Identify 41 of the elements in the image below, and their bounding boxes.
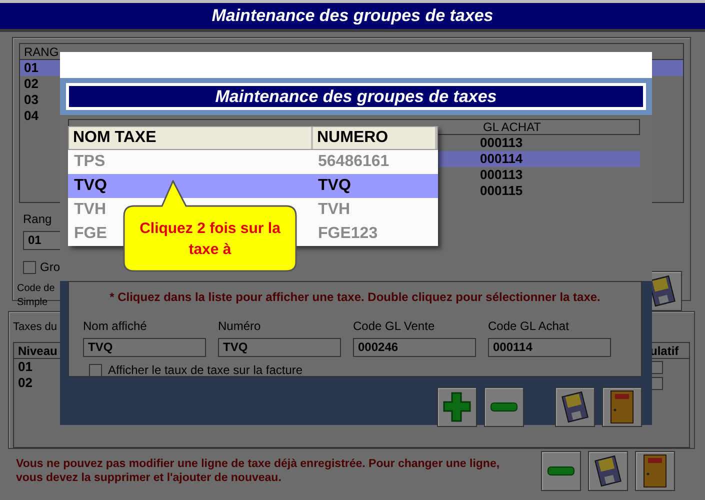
warning-text: Vous ne pouvez pas modifier une ligne de taxe déjà enregistrée. Pour changer une ligne, vous devez la supprimer et l'ajouter de nouveau. (16, 457, 500, 485)
list-item[interactable]: TVQ TVQ (68, 174, 438, 198)
column-header: RANG (23, 44, 60, 59)
minus-icon (490, 402, 518, 412)
field-label: Code GL Achat (488, 318, 569, 335)
checkbox-label: Gro (40, 259, 60, 276)
remove-button[interactable] (484, 387, 524, 427)
input-field[interactable]: TVQ (218, 338, 341, 357)
checkbox[interactable] (23, 260, 36, 274)
input-field[interactable]: 000114 (488, 338, 611, 357)
door-icon (642, 454, 668, 488)
input-field[interactable]: TVQ (83, 338, 206, 357)
field-label: Rang (23, 211, 52, 228)
save-button[interactable] (555, 387, 595, 427)
exit-button[interactable] (602, 387, 642, 427)
remove-button[interactable] (541, 451, 581, 491)
column-header: GL ACHAT (482, 120, 542, 134)
save-button[interactable] (588, 451, 628, 491)
column-header: Niveau (17, 343, 58, 358)
table-cell-text: 02 (17, 375, 32, 391)
table-cell-text: 01 (17, 359, 32, 375)
list-item[interactable]: TPS 56486161 (68, 150, 438, 174)
input-field[interactable]: 000246 (353, 338, 476, 357)
tooltip: Cliquez 2 fois sur la taxe à (122, 180, 298, 273)
door-icon (609, 390, 635, 424)
window-title: Maintenance des groupes de taxes (0, 0, 705, 32)
field-label: Code GL Vente (353, 318, 435, 335)
dialog-title: Maintenance des groupes de taxes (66, 83, 646, 110)
field-label: Numéro (218, 318, 261, 335)
section-title: Taxes du (13, 320, 58, 335)
checkbox[interactable] (89, 364, 102, 376)
code-text: Code de Simple (17, 282, 55, 310)
field-label: Nom affiché (83, 318, 147, 335)
exit-button[interactable] (635, 451, 675, 491)
plus-icon (442, 391, 472, 423)
table-cell: 000114 (480, 151, 523, 167)
minus-icon (547, 466, 575, 476)
add-button[interactable] (437, 387, 477, 427)
table-cell: 000113 (480, 167, 523, 183)
hint-text: * Cliquez dans la liste pour afficher une taxe. Double cliquez pour sélectionner la taxe. (108, 289, 602, 306)
checkbox-label: Afficher le taux de taxe sur la facture (108, 362, 303, 379)
